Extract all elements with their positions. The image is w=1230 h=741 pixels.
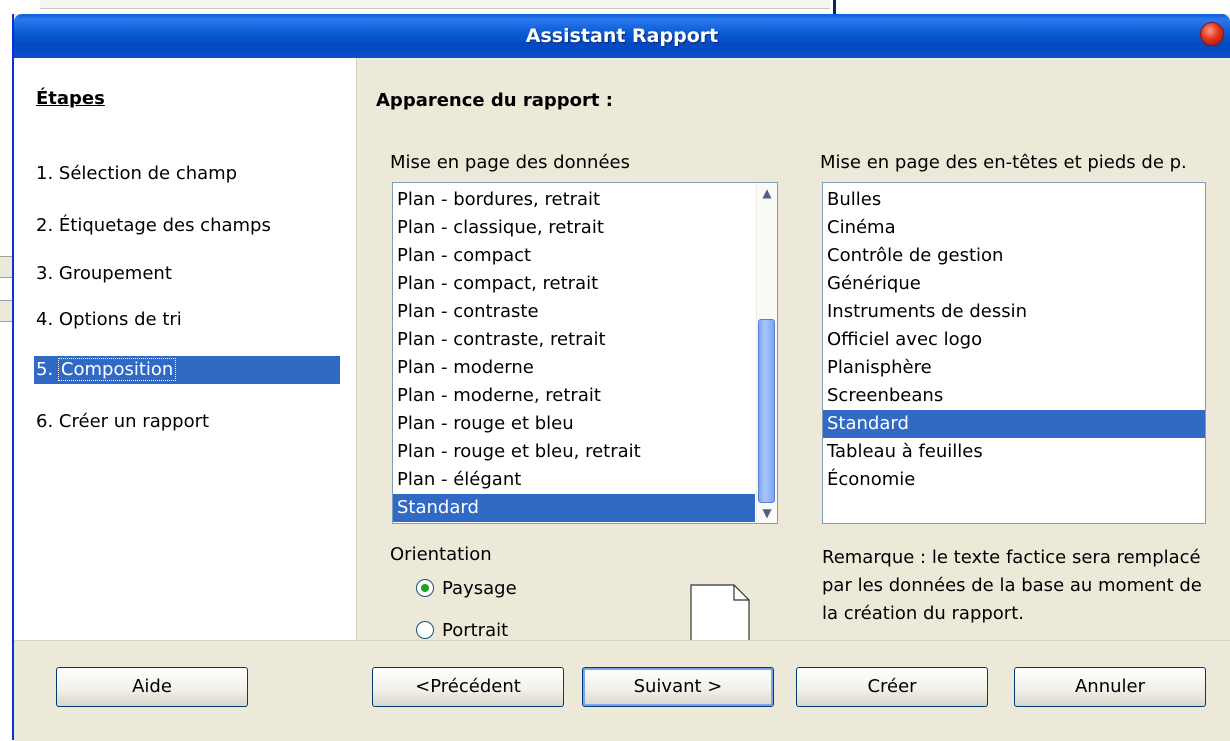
step-label: Options de tri <box>58 309 182 330</box>
list-item[interactable]: Contrôle de gestion <box>823 242 1205 270</box>
list-item[interactable]: Plan - contraste <box>393 298 755 326</box>
list-item-selected[interactable]: Standard <box>823 410 1205 438</box>
step-number: 2. <box>36 215 54 236</box>
background-option-row <box>40 0 830 9</box>
step-sort-options[interactable]: 4. Options de tri <box>36 306 182 334</box>
list-item[interactable]: Tableau à feuilles <box>823 438 1205 466</box>
step-label: Groupement <box>58 263 172 284</box>
list-item[interactable]: Cinéma <box>823 214 1205 242</box>
create-button[interactable]: Créer <box>796 667 988 707</box>
list-item[interactable]: Screenbeans <box>823 382 1205 410</box>
list-item[interactable]: Plan - élégant <box>393 466 755 494</box>
list-item[interactable]: Plan - moderne, retrait <box>393 382 755 410</box>
landscape-radio[interactable]: Paysage <box>416 574 517 602</box>
list-item[interactable]: Plan - compact, retrait <box>393 270 755 298</box>
step-field-labeling[interactable]: 2. Étiquetage des champs <box>36 212 271 240</box>
list-item[interactable]: Plan - moderne <box>393 354 755 382</box>
step-number: 1. <box>36 163 54 184</box>
next-button[interactable]: Suivant > <box>582 667 774 707</box>
list-item[interactable]: Officiel avec logo <box>823 326 1205 354</box>
button-bar: Aide <Précédent Suivant > Créer Annuler <box>14 640 1230 741</box>
steps-pane: Étapes 1. Sélection de champ 2. Étiqueta… <box>14 58 357 640</box>
portrait-label: Portrait <box>442 619 509 641</box>
title-bar[interactable]: Assistant Rapport <box>14 14 1230 58</box>
scroll-down-arrow-icon[interactable]: ▼ <box>757 503 777 523</box>
data-layout-label: Mise en page des données <box>390 152 630 173</box>
step-number: 5. <box>36 359 54 380</box>
dummy-text-note: Remarque : le texte factice sera remplac… <box>822 547 1202 624</box>
list-item[interactable]: Plan - rouge et bleu, retrait <box>393 438 755 466</box>
previous-button[interactable]: <Précédent <box>372 667 564 707</box>
step-grouping[interactable]: 3. Groupement <box>36 260 172 288</box>
steps-title: Étapes <box>36 88 105 109</box>
radio-unchecked-icon[interactable] <box>416 621 434 639</box>
step-composition[interactable]: 5. Composition <box>34 356 340 384</box>
list-item[interactable]: Plan - compact <box>393 242 755 270</box>
list-item[interactable]: Plan - classique, retrait <box>393 214 755 242</box>
cancel-button[interactable]: Annuler <box>1014 667 1206 707</box>
step-field-selection[interactable]: 1. Sélection de champ <box>36 160 237 188</box>
header-layout-label: Mise en page des en-têtes et pieds de p. <box>820 152 1187 173</box>
close-icon[interactable] <box>1200 22 1224 46</box>
help-button[interactable]: Aide <box>56 667 248 707</box>
step-label: Étiquetage des champs <box>58 215 271 236</box>
header-layout-items: Bulles Cinéma Contrôle de gestion Généri… <box>823 186 1205 494</box>
list-item[interactable]: Économie <box>823 466 1205 494</box>
step-label: Créer un rapport <box>58 411 210 432</box>
step-label: Composition <box>57 358 177 381</box>
list-item[interactable]: Plan - bordures, retrait <box>393 186 755 214</box>
data-layout-listbox[interactable]: Plan - bordures, retrait Plan - classiqu… <box>392 182 778 524</box>
step-number: 4. <box>36 309 54 330</box>
landscape-label: Paysage <box>442 577 517 599</box>
list-item[interactable]: Bulles <box>823 186 1205 214</box>
list-item[interactable]: Plan - rouge et bleu <box>393 410 755 438</box>
page-title: Apparence du rapport : <box>376 90 613 111</box>
header-layout-listbox[interactable]: Bulles Cinéma Contrôle de gestion Généri… <box>822 182 1206 524</box>
step-number: 3. <box>36 263 54 284</box>
report-wizard-dialog: Assistant Rapport Étapes 1. Sélection de… <box>12 14 1230 741</box>
step-number: 6. <box>36 411 54 432</box>
background-divider <box>833 0 836 14</box>
scroll-up-arrow-icon[interactable]: ▲ <box>757 183 777 203</box>
list-item[interactable]: Instruments de dessin <box>823 298 1205 326</box>
orientation-label: Orientation <box>390 544 492 565</box>
step-label: Sélection de champ <box>58 163 238 184</box>
list-item[interactable]: Plan - contraste, retrait <box>393 326 755 354</box>
dialog-title: Assistant Rapport <box>525 25 719 47</box>
step-create-report[interactable]: 6. Créer un rapport <box>36 408 209 436</box>
radio-checked-icon[interactable] <box>416 579 434 597</box>
scroll-thumb[interactable] <box>758 319 775 503</box>
vertical-scrollbar[interactable]: ▲ ▼ <box>756 183 777 523</box>
list-item[interactable]: Planisphère <box>823 354 1205 382</box>
list-item[interactable]: Générique <box>823 270 1205 298</box>
list-item-selected[interactable]: Standard <box>393 494 755 522</box>
data-layout-items: Plan - bordures, retrait Plan - classiqu… <box>393 186 755 522</box>
